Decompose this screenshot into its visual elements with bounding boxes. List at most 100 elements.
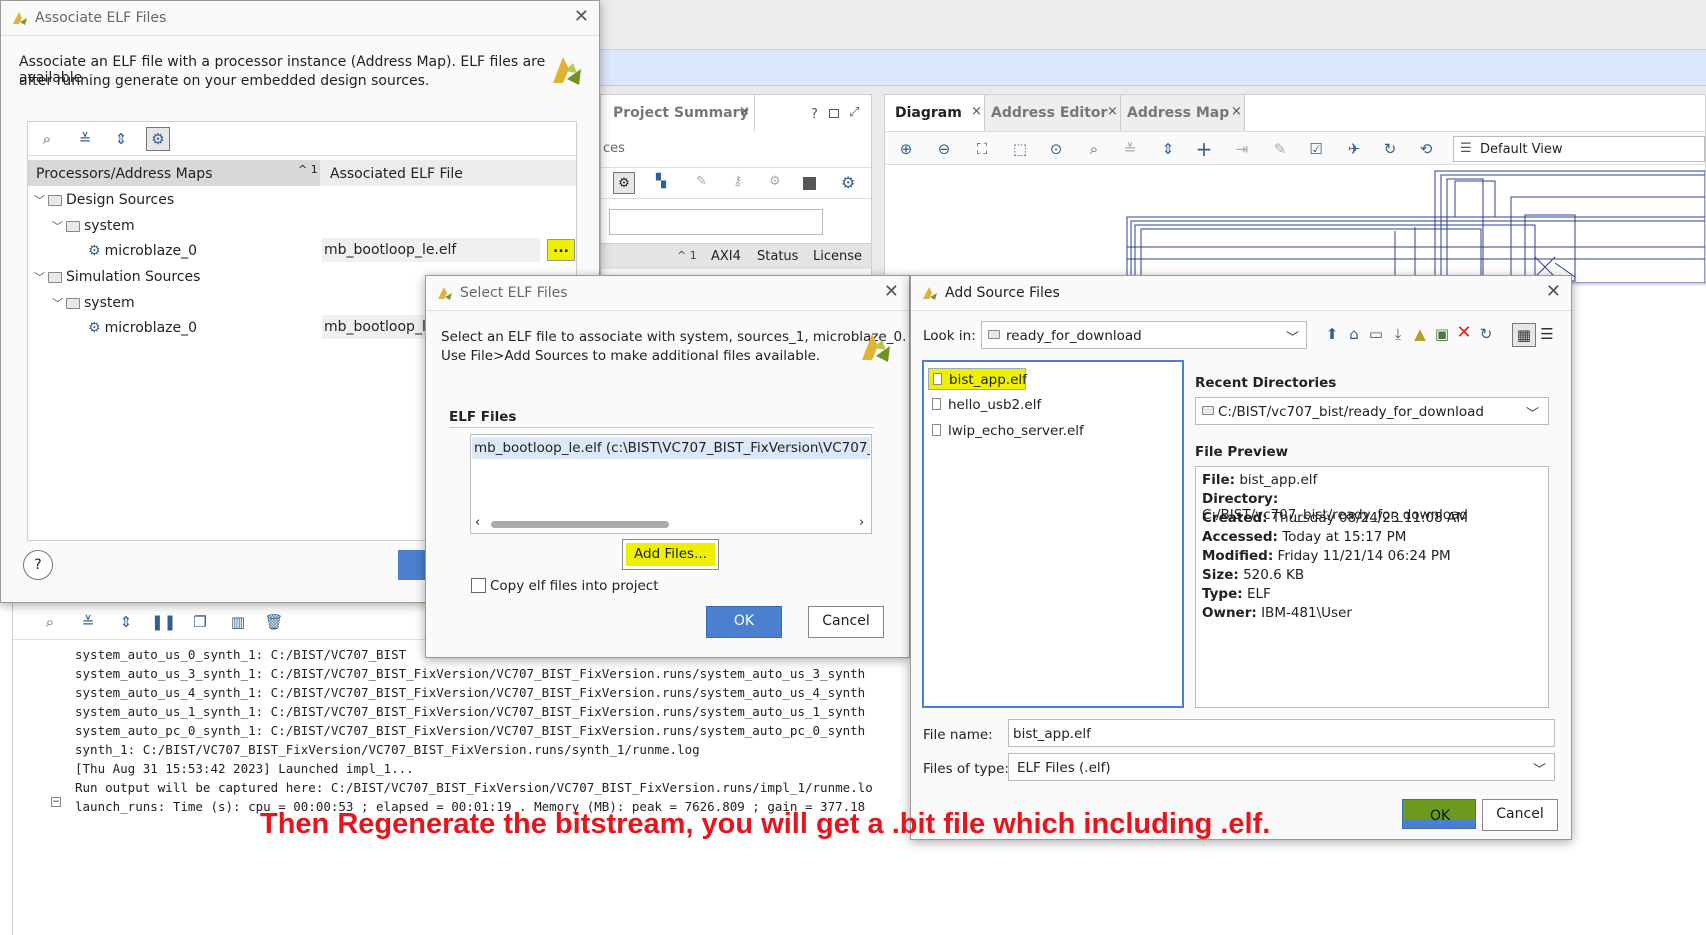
delete-icon[interactable]: ✕: [1453, 322, 1475, 344]
chevron-left-icon[interactable]: ‹: [475, 515, 480, 530]
sources-search-input[interactable]: [609, 209, 823, 235]
vivado-logo-icon[interactable]: ▲: [1409, 323, 1431, 345]
key-icon[interactable]: ⚷: [733, 174, 743, 189]
browse-button[interactable]: ...: [547, 239, 575, 261]
file-name-input[interactable]: bist_app.elf: [1008, 719, 1555, 747]
tree-microblaze[interactable]: ⚙ microblaze_0: [88, 243, 197, 259]
expand-all-icon[interactable]: ⇕: [1157, 138, 1179, 160]
ok-button[interactable]: OK: [706, 606, 782, 638]
block-diagram-canvas[interactable]: [1115, 167, 1705, 283]
desktop-icon[interactable]: ▭: [1365, 323, 1387, 345]
help-icon[interactable]: ?: [811, 107, 818, 122]
zoom-in-icon[interactable]: ⊕: [895, 138, 917, 160]
tab-project-summary[interactable]: Project Summary ×: [607, 95, 755, 131]
scrollbar-thumb[interactable]: [491, 521, 669, 528]
hierarchy-icon[interactable]: ⚙: [146, 127, 170, 151]
default-view-select[interactable]: ☰ Default View: [1453, 136, 1705, 162]
tree-system[interactable]: ﹀ system: [52, 295, 135, 311]
file-type-select[interactable]: ELF Files (.elf) ﹀: [1008, 753, 1555, 781]
connect-icon[interactable]: ⇥: [1231, 138, 1253, 160]
select-elf-description-1: Select an ELF file to associate with sys…: [441, 329, 907, 345]
fit-icon[interactable]: ⛶: [971, 138, 993, 160]
elf-file-cell[interactable]: mb_bootloop_le.elf: [322, 315, 432, 339]
refresh-icon[interactable]: ↻: [1379, 138, 1401, 160]
col-license[interactable]: License: [813, 249, 862, 264]
tree-system[interactable]: ﹀ system: [52, 218, 135, 234]
cancel-button[interactable]: Cancel: [808, 606, 884, 638]
restore-icon[interactable]: [829, 109, 839, 118]
refresh-icon[interactable]: ↻: [1475, 323, 1497, 345]
file-item[interactable]: bist_app.elf: [928, 368, 1027, 390]
chevron-down-icon[interactable]: ﹀: [34, 269, 48, 285]
grid-view-icon[interactable]: ▦: [1512, 323, 1536, 347]
file-item[interactable]: lwip_echo_server.elf: [928, 420, 1148, 442]
close-icon[interactable]: ✕: [1546, 282, 1561, 302]
tab-address-map[interactable]: Address Map ×: [1121, 95, 1245, 131]
search-icon[interactable]: ⌕: [36, 128, 58, 150]
delete-icon[interactable]: 🗑: [263, 611, 285, 633]
close-icon[interactable]: ×: [739, 104, 750, 119]
horizontal-scrollbar[interactable]: ‹ ›: [473, 515, 869, 531]
look-in-select[interactable]: ready_for_download ﹀: [981, 321, 1307, 349]
col-processors[interactable]: Processors/Address Maps ^ 1: [28, 160, 320, 186]
close-icon[interactable]: ×: [971, 104, 982, 119]
chevron-down-icon[interactable]: ﹀: [52, 218, 66, 234]
close-icon[interactable]: ✕: [884, 282, 899, 302]
list-view-icon[interactable]: ☰: [1536, 323, 1558, 345]
tab-diagram[interactable]: Diagram ×: [885, 95, 985, 131]
cancel-button[interactable]: Cancel: [1482, 799, 1558, 831]
regenerate-icon[interactable]: ⟲: [1415, 138, 1437, 160]
expand-all-icon[interactable]: ⇕: [110, 128, 132, 150]
chip-icon[interactable]: ⚙: [769, 174, 781, 189]
close-icon[interactable]: ×: [1107, 104, 1118, 119]
console-toolbar: ⌕ ≚ ⇕ ❚❚ ❐ ▥ 🗑: [33, 607, 333, 637]
home-icon[interactable]: ⌂: [1343, 323, 1365, 345]
validate-icon[interactable]: ☑: [1305, 138, 1327, 160]
help-button[interactable]: ?: [23, 550, 53, 580]
search-icon[interactable]: ⌕: [39, 611, 61, 633]
copy-icon[interactable]: ❐: [189, 611, 211, 633]
up-folder-icon[interactable]: ⬆: [1321, 323, 1343, 345]
hierarchy-icon[interactable]: ⚙: [613, 172, 635, 194]
recent-directories-select[interactable]: C:/BIST/vc707_bist/ready_for_download ﹀: [1195, 397, 1549, 425]
target-icon[interactable]: ⊙: [1045, 138, 1067, 160]
wrench-icon[interactable]: ✎: [1269, 138, 1291, 160]
pause-icon[interactable]: ❚❚: [151, 611, 176, 633]
collapse-toggle-icon[interactable]: −: [51, 797, 61, 807]
chevron-down-icon[interactable]: ﹀: [52, 295, 66, 311]
wrench-icon[interactable]: ✎: [696, 174, 707, 189]
list-item[interactable]: mb_bootloop_le.elf (c:\BIST\VC707_BIST_F…: [472, 437, 870, 459]
stop-icon[interactable]: [803, 177, 816, 190]
close-icon[interactable]: ×: [1231, 104, 1242, 119]
add-files-button[interactable]: Add Files...: [622, 539, 719, 570]
file-item[interactable]: hello_usb2.elf: [928, 394, 1128, 416]
maximize-icon[interactable]: ⤢: [849, 105, 859, 120]
zoom-out-icon[interactable]: ⊖: [933, 138, 955, 160]
chevron-right-icon[interactable]: ›: [859, 515, 864, 530]
collapse-all-icon[interactable]: ≚: [74, 128, 96, 150]
expand-all-icon[interactable]: ⇕: [115, 611, 137, 633]
tab-address-editor[interactable]: Address Editor ×: [985, 95, 1121, 131]
pin-icon[interactable]: ✈: [1343, 138, 1365, 160]
col-status[interactable]: Status: [757, 249, 798, 264]
tree-microblaze[interactable]: ⚙ microblaze_0: [88, 320, 197, 336]
tree-design-sources[interactable]: ﹀ Design Sources: [34, 192, 174, 208]
chevron-down-icon[interactable]: ﹀: [34, 192, 48, 208]
collapse-all-icon[interactable]: ≚: [77, 611, 99, 633]
collapse-all-icon[interactable]: ≚: [1119, 138, 1141, 160]
copy-elf-checkbox[interactable]: [471, 578, 486, 593]
search-icon[interactable]: ⌕: [1083, 138, 1105, 160]
col-axi4[interactable]: AXI4: [711, 249, 741, 264]
close-icon[interactable]: ✕: [574, 7, 589, 27]
block-icon[interactable]: ▚: [656, 174, 666, 189]
elf-file-cell[interactable]: mb_bootloop_le.elf: [322, 238, 540, 262]
ok-button[interactable]: OK: [1402, 799, 1476, 829]
zoom-area-icon[interactable]: ⬚: [1009, 138, 1031, 160]
tree-simulation-sources[interactable]: ﹀ Simulation Sources: [34, 269, 200, 285]
download-icon[interactable]: ⤓: [1387, 323, 1409, 345]
new-folder-icon[interactable]: ▣: [1431, 323, 1453, 345]
settings-gear-icon[interactable]: ⚙: [841, 173, 855, 192]
add-icon[interactable]: +: [1193, 138, 1215, 160]
col-elf[interactable]: Associated ELF File: [320, 160, 576, 186]
table-icon[interactable]: ▥: [227, 611, 249, 633]
